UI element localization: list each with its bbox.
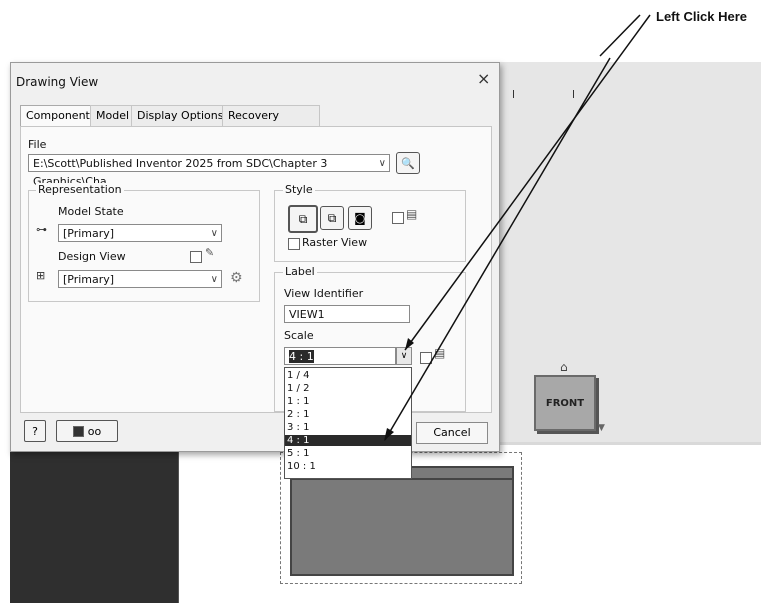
- callout-arrows: [384, 14, 651, 441]
- callout-leader: [599, 14, 641, 57]
- callout-label: Left Click Here: [656, 9, 748, 24]
- arrowhead: [384, 428, 394, 441]
- callout-arrow-to-option: [384, 57, 611, 441]
- callout-arrow-to-dropdown: [404, 14, 651, 351]
